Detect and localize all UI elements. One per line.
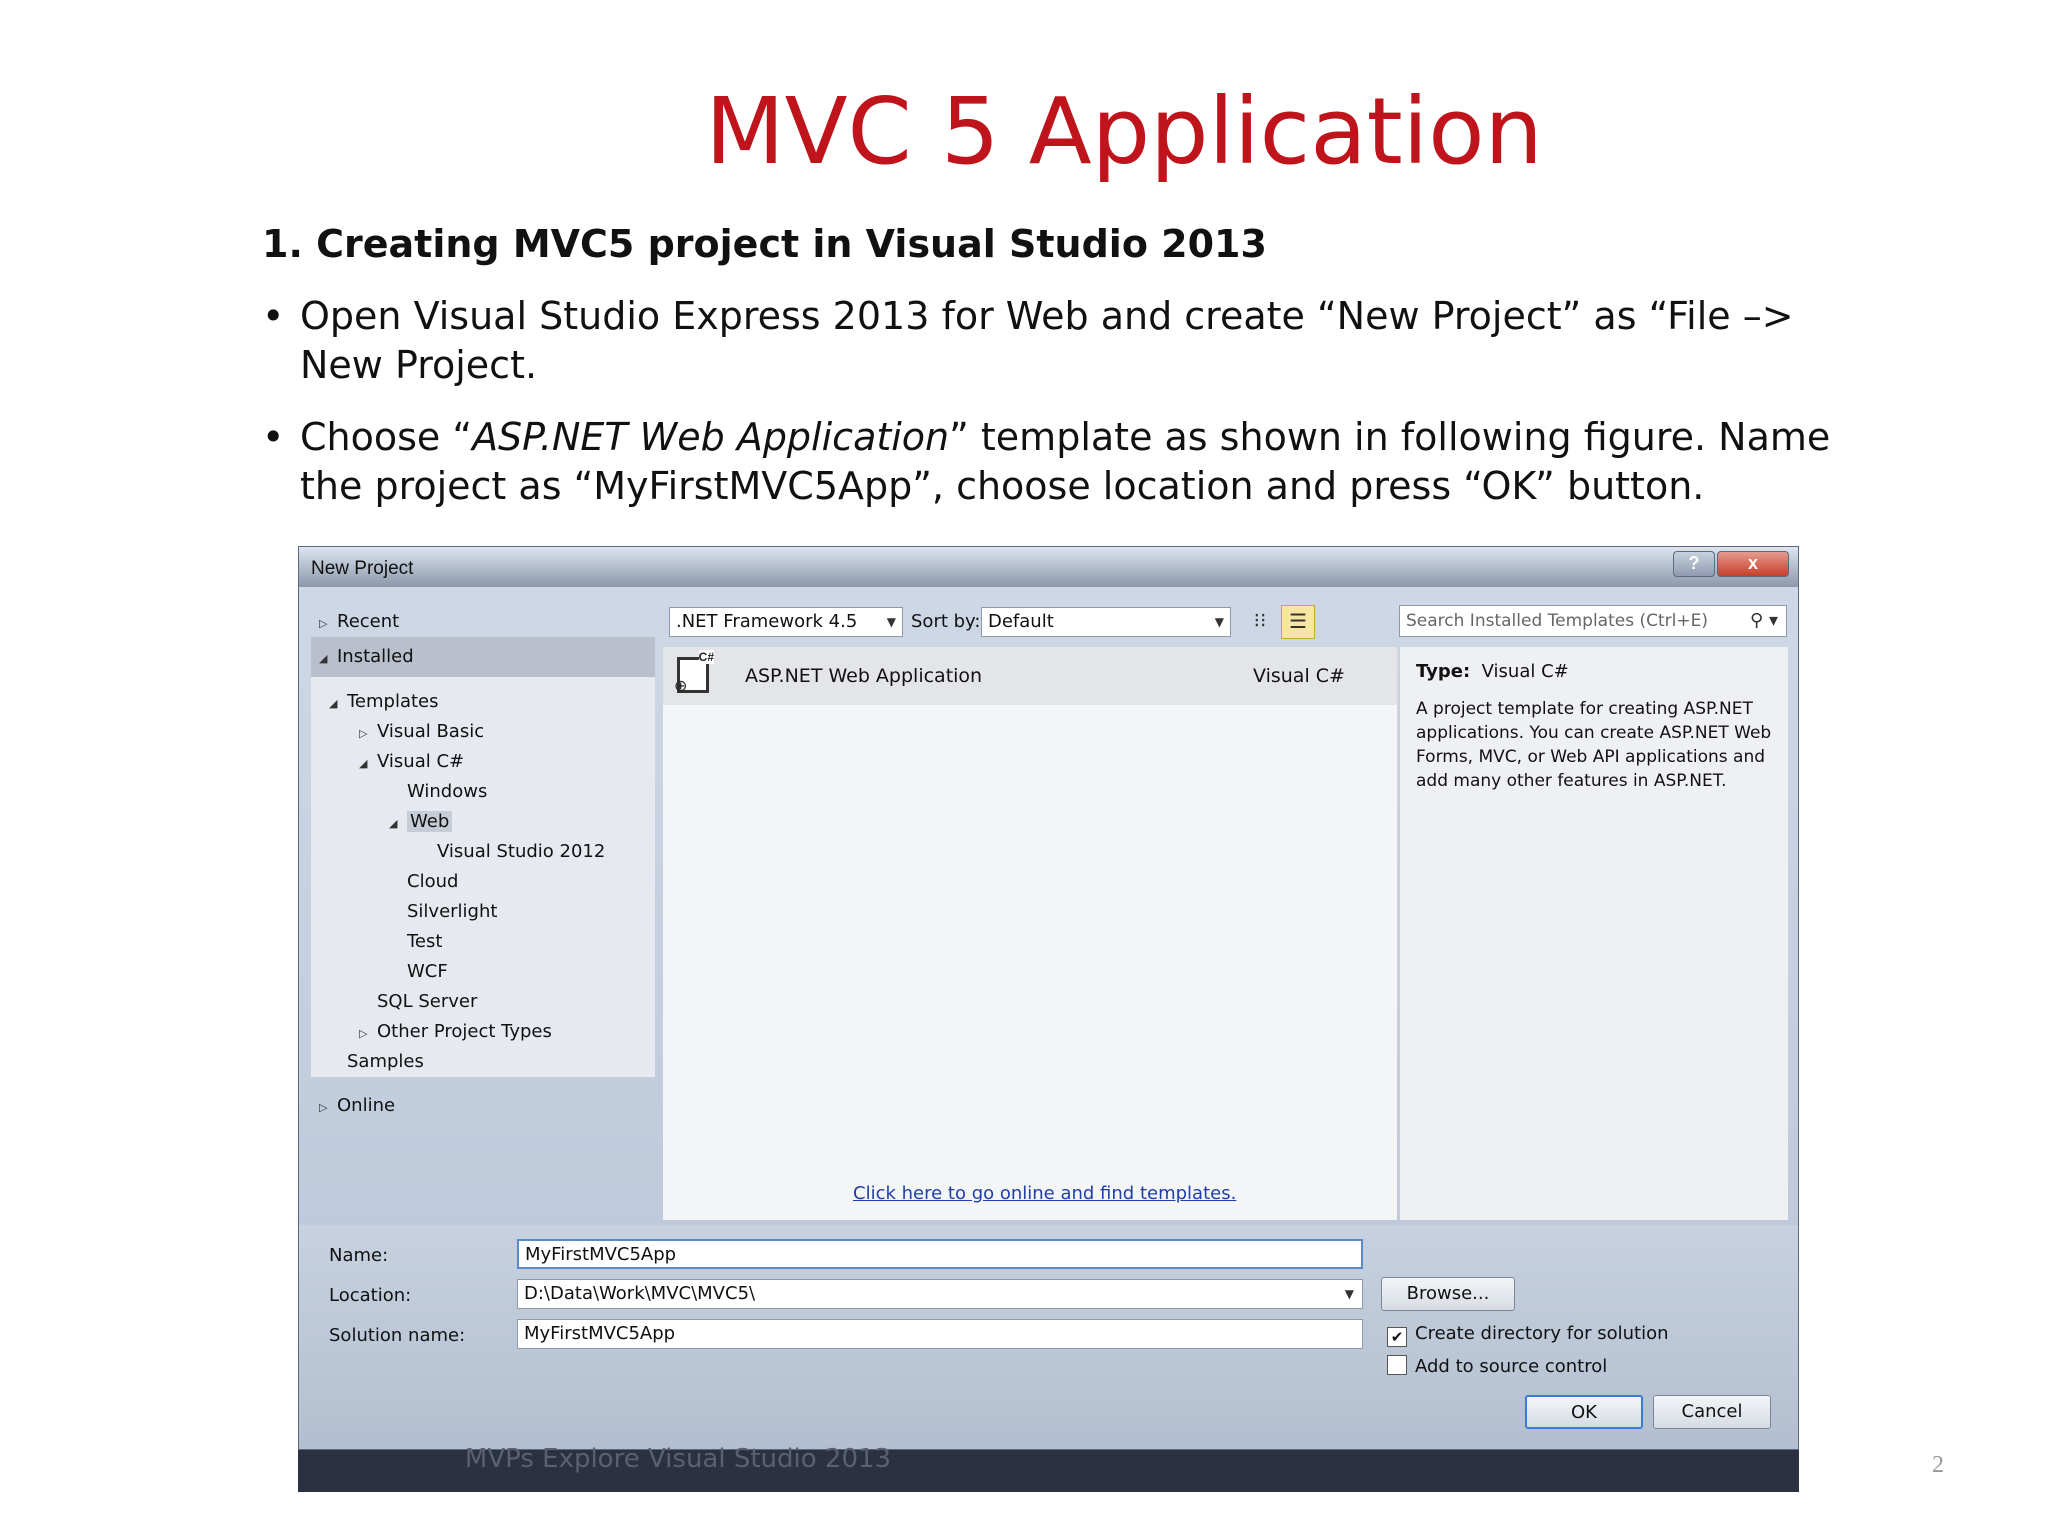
tree-item-silverlight[interactable]: Silverlight bbox=[407, 901, 497, 922]
search-icon: ⚲ ▾ bbox=[1750, 610, 1778, 631]
dropdown-caret-icon: ▼ bbox=[886, 615, 896, 629]
tree-item-templates[interactable]: ◢ Templates bbox=[329, 691, 439, 712]
framework-select[interactable]: .NET Framework 4.5 ▼ bbox=[669, 607, 903, 637]
web-application-icon: C# ⊕ bbox=[674, 650, 714, 695]
slide-title: MVC 5 Application bbox=[705, 78, 1543, 185]
bullet-choose-template: • Choose “ASP.NET Web Application” templ… bbox=[262, 413, 1882, 511]
bullet-dot: • bbox=[262, 415, 285, 459]
screenshot-caption: MVPs Explore Visual Studio 2013 bbox=[464, 1444, 892, 1474]
empty-checkbox-icon bbox=[1387, 1355, 1407, 1375]
tree-item-installed[interactable]: ◢ Installed bbox=[311, 637, 655, 677]
expand-arrow-icon: ▷ bbox=[359, 727, 368, 740]
template-name: ASP.NET Web Application bbox=[745, 665, 983, 687]
location-label: Location: bbox=[329, 1285, 412, 1306]
section-heading: 1. Creating MVC5 project in Visual Studi… bbox=[262, 222, 1267, 266]
templates-list: C# ⊕ ASP.NET Web Application Visual C# C… bbox=[663, 647, 1397, 1220]
create-directory-checkbox[interactable]: ✔ Create directory for solution bbox=[1387, 1323, 1669, 1347]
dropdown-caret-icon: ▼ bbox=[1214, 615, 1224, 629]
bullet-open-visual-studio: • Open Visual Studio Express 2013 for We… bbox=[262, 292, 1882, 390]
list-view-icon[interactable]: ☰ bbox=[1281, 605, 1315, 639]
collapse-arrow-icon: ◢ bbox=[319, 652, 328, 665]
location-select[interactable]: D:\Data\Work\MVC\MVC5\ ▼ bbox=[517, 1279, 1363, 1309]
dropdown-caret-icon: ▼ bbox=[1344, 1287, 1354, 1301]
dialog-title: New Project bbox=[311, 558, 414, 579]
small-icons-view-icon[interactable]: ⁝⁝ bbox=[1243, 605, 1277, 639]
tree-item-sql-server[interactable]: SQL Server bbox=[377, 991, 477, 1012]
bullet-text: Open Visual Studio Express 2013 for Web … bbox=[300, 294, 1794, 387]
browse-button[interactable]: Browse... bbox=[1381, 1277, 1515, 1311]
tree-item-web[interactable]: ◢ Web bbox=[389, 811, 453, 832]
collapse-arrow-icon: ◢ bbox=[329, 697, 338, 710]
template-row-aspnet[interactable]: C# ⊕ ASP.NET Web Application Visual C# bbox=[663, 647, 1397, 705]
search-templates-input[interactable]: Search Installed Templates (Ctrl+E) ⚲ ▾ bbox=[1399, 605, 1787, 637]
tree-item-vs2012[interactable]: Visual Studio 2012 bbox=[437, 841, 605, 862]
template-tree: ▷ Recent ◢ Installed ◢ Templates ▷ Visual Ba… bbox=[311, 595, 655, 1275]
dialog-titlebar: New Project ? x bbox=[299, 547, 1798, 587]
sort-by-label: Sort by: bbox=[911, 611, 981, 632]
template-language: Visual C# bbox=[1253, 665, 1345, 687]
project-name-input[interactable]: MyFirstMVC5App bbox=[517, 1239, 1363, 1269]
cancel-button[interactable]: Cancel bbox=[1653, 1395, 1771, 1429]
tree-item-visual-basic[interactable]: ▷ Visual Basic bbox=[359, 721, 484, 742]
new-project-dialog: New Project ? x ▷ Recent ◢ Installed ◢ Temp… bbox=[298, 546, 1799, 1450]
tree-item-samples[interactable]: Samples bbox=[347, 1051, 424, 1072]
bullet-text-italic: ASP.NET Web Application bbox=[472, 415, 950, 459]
template-details: Type: Visual C# A project template for c… bbox=[1399, 647, 1788, 1220]
bullet-text-pre: Choose “ bbox=[300, 415, 473, 459]
expand-arrow-icon: ▷ bbox=[319, 617, 328, 630]
tree-item-recent[interactable]: ▷ Recent bbox=[319, 611, 399, 632]
source-control-checkbox[interactable]: Add to source control bbox=[1387, 1355, 1607, 1377]
dialog-screenshot: New Project ? x ▷ Recent ◢ Installed ◢ Temp… bbox=[298, 546, 1799, 1492]
template-type: Type: Visual C# bbox=[1416, 661, 1569, 682]
solution-name-input[interactable]: MyFirstMVC5App bbox=[517, 1319, 1363, 1349]
tree-item-visual-csharp[interactable]: ◢ Visual C# bbox=[359, 751, 464, 772]
tree-item-installed-label: ◢ Installed bbox=[319, 646, 414, 667]
bullet-dot: • bbox=[262, 294, 285, 338]
tree-item-test[interactable]: Test bbox=[407, 931, 442, 952]
ok-button[interactable]: OK bbox=[1525, 1395, 1643, 1429]
page-number: 2 bbox=[1932, 1452, 1944, 1478]
tree-item-other-project-types[interactable]: ▷ Other Project Types bbox=[359, 1021, 552, 1042]
sort-by-select[interactable]: Default ▼ bbox=[981, 607, 1231, 637]
tree-item-windows[interactable]: Windows bbox=[407, 781, 487, 802]
tree-item-cloud[interactable]: Cloud bbox=[407, 871, 458, 892]
template-description: A project template for creating ASP.NET … bbox=[1416, 699, 1772, 791]
help-button[interactable]: ? bbox=[1673, 551, 1715, 577]
collapse-arrow-icon: ◢ bbox=[389, 817, 398, 830]
expand-arrow-icon: ▷ bbox=[319, 1101, 328, 1114]
solution-name-label: Solution name: bbox=[329, 1325, 466, 1346]
tree-item-online[interactable]: ▷ Online bbox=[319, 1095, 395, 1116]
expand-arrow-icon: ▷ bbox=[359, 1027, 368, 1040]
checkmark-icon: ✔ bbox=[1387, 1327, 1407, 1347]
project-form: Name: MyFirstMVC5App Location: D:\Data\W… bbox=[299, 1225, 1798, 1449]
online-templates-link[interactable]: Click here to go online and find templat… bbox=[853, 1183, 1236, 1204]
tree-item-wcf[interactable]: WCF bbox=[407, 961, 448, 982]
collapse-arrow-icon: ◢ bbox=[359, 757, 368, 770]
name-label: Name: bbox=[329, 1245, 389, 1266]
close-button[interactable]: x bbox=[1717, 551, 1789, 577]
